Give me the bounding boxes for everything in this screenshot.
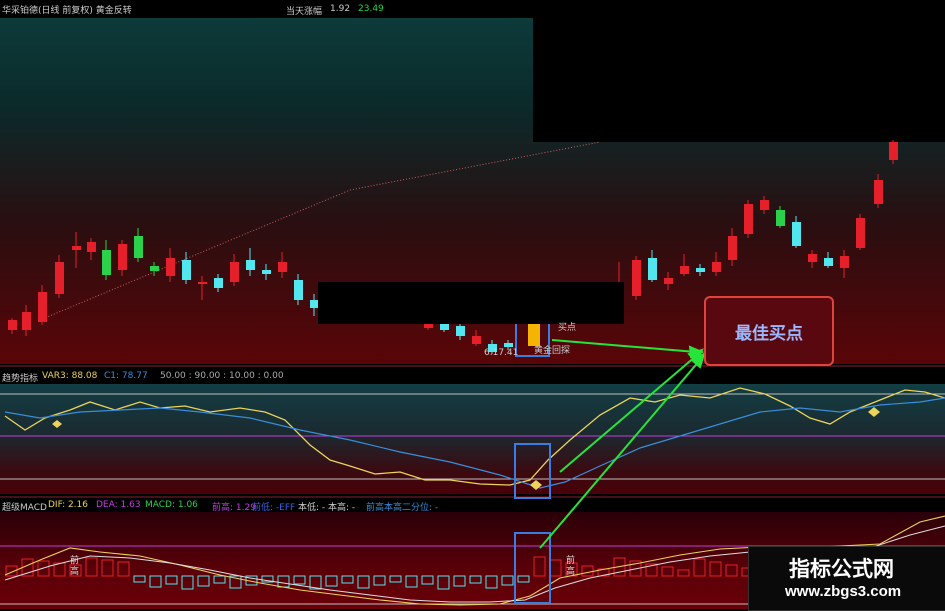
candle-body xyxy=(456,326,465,336)
macd-bar xyxy=(661,566,674,577)
macd-bar xyxy=(533,556,546,577)
macd-bar xyxy=(549,559,562,577)
gold-retest-label: 黄金回探 xyxy=(534,346,571,356)
low-price-label: 6.17.41 xyxy=(484,348,519,358)
candle-body xyxy=(22,312,31,330)
candle-body xyxy=(246,260,255,270)
candle-body xyxy=(150,266,159,271)
macd-bar xyxy=(181,575,194,590)
candle-body xyxy=(182,260,191,280)
macd-bar xyxy=(677,569,690,577)
macd-bar xyxy=(405,575,418,588)
best-buy-point-label: 最佳买点 xyxy=(735,323,803,344)
candle-body xyxy=(696,268,705,272)
candle-body xyxy=(728,236,737,260)
candle-body xyxy=(294,280,303,300)
watermark-title: 指标公式网 xyxy=(789,557,894,581)
macd-bar xyxy=(213,575,226,584)
candle-body xyxy=(55,262,64,294)
candle-body xyxy=(134,236,143,258)
macd-bar xyxy=(197,575,210,587)
candle-body xyxy=(824,258,833,266)
candle-body xyxy=(8,320,17,330)
candle-body xyxy=(874,180,883,204)
candle-body xyxy=(648,258,657,280)
indicator-mark-icon xyxy=(868,407,880,417)
macd-bar xyxy=(453,575,466,587)
macd-bar xyxy=(277,575,290,588)
candle-body xyxy=(38,292,47,322)
best-buy-point-callout: 最佳买点 xyxy=(704,296,834,366)
candle-body xyxy=(664,278,673,284)
buy-hint-label: 买点 xyxy=(558,323,577,333)
macd-bar xyxy=(373,575,386,586)
macd-bar xyxy=(693,558,706,577)
candle-body xyxy=(712,262,721,272)
indicator-mark-icon xyxy=(52,420,62,428)
candle-body xyxy=(856,218,865,248)
candle-body xyxy=(198,282,207,284)
macd-bar xyxy=(117,561,130,577)
candle-body xyxy=(72,246,81,250)
candle-body xyxy=(262,270,271,274)
candle-body xyxy=(118,244,127,270)
macd-bar xyxy=(437,575,450,590)
candle-body xyxy=(808,254,817,262)
watermark-url: www.zbgs3.com xyxy=(785,583,902,600)
macd-peak-label-right: 前高 xyxy=(566,556,576,577)
candle-body xyxy=(632,260,641,296)
candle-body xyxy=(166,258,175,276)
macd-bar xyxy=(725,564,738,577)
macd-bar xyxy=(165,575,178,585)
candle-body xyxy=(792,222,801,246)
candle-body xyxy=(102,250,111,275)
macd-bar xyxy=(469,575,482,584)
macd-bar xyxy=(709,561,722,577)
redaction-block xyxy=(318,282,624,324)
macd-bar xyxy=(85,557,98,577)
candle-body xyxy=(504,343,513,347)
macd-bar xyxy=(101,559,114,577)
candle-body xyxy=(760,200,769,210)
candle-body xyxy=(889,142,898,160)
macd-bar xyxy=(421,575,434,585)
macd-bar xyxy=(517,575,530,583)
macd-peak-label-left: 前高 xyxy=(70,556,80,577)
macd-bar xyxy=(293,575,306,585)
candle-body xyxy=(278,262,287,272)
arrow-group xyxy=(539,339,706,549)
macd-bar xyxy=(501,575,514,586)
candle-body xyxy=(214,278,223,288)
macd-bar xyxy=(149,575,162,588)
candle-body xyxy=(230,262,239,282)
signal-box-indicator xyxy=(514,443,551,499)
macd-bar xyxy=(581,565,594,577)
candle-body xyxy=(744,204,753,234)
trend-dotted-line xyxy=(39,189,351,321)
macd-bar xyxy=(485,575,498,589)
candle-body xyxy=(840,256,849,268)
candle-body xyxy=(87,242,96,252)
macd-bar xyxy=(341,575,354,584)
c1-line xyxy=(4,397,945,489)
candle-body xyxy=(472,336,481,344)
macd-bar xyxy=(357,575,370,589)
macd-bar xyxy=(133,575,146,583)
macd-bar xyxy=(389,575,402,583)
macd-bar xyxy=(325,575,338,587)
candle-body xyxy=(776,210,785,226)
candle-body xyxy=(680,266,689,274)
watermark-logo: 指标公式网 www.zbgs3.com xyxy=(748,546,945,611)
